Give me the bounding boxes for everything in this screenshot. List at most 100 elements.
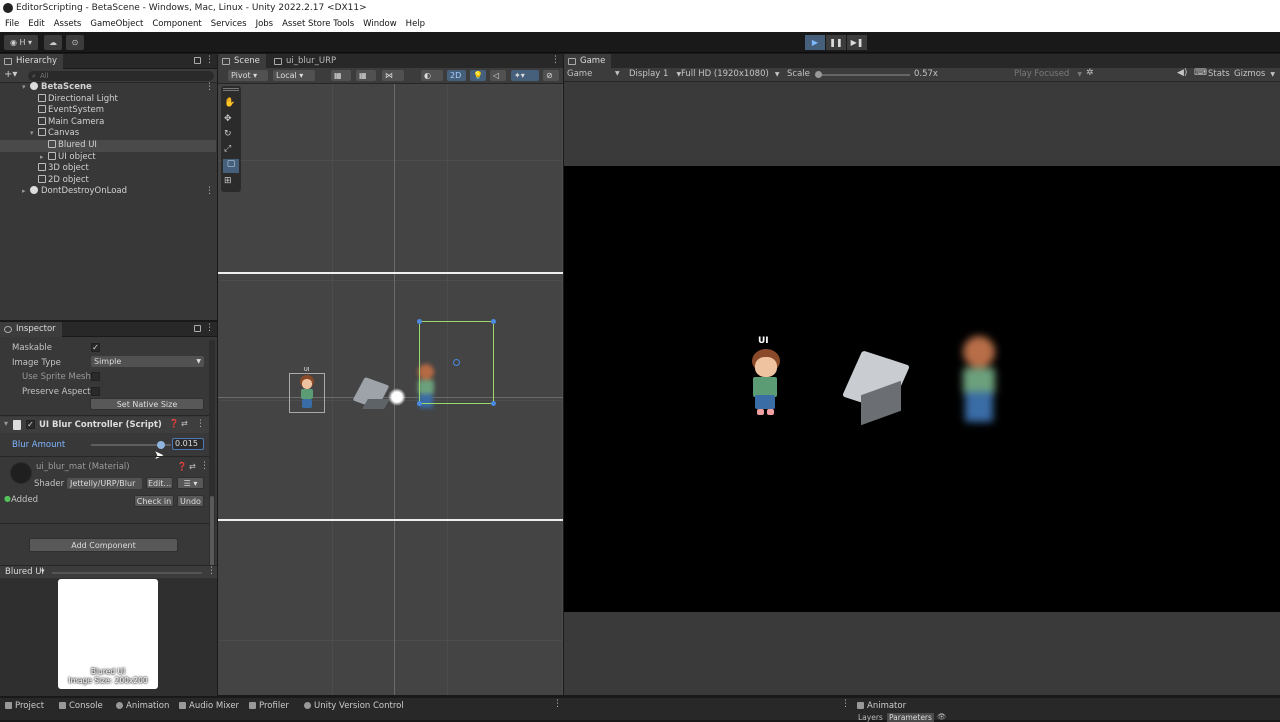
- kebab-menu-icon[interactable]: ⋮: [200, 461, 209, 471]
- kebab-menu-icon[interactable]: ⋮: [841, 699, 850, 709]
- kebab-menu-icon[interactable]: ⋮: [205, 55, 214, 65]
- bug-icon[interactable]: ✲: [1086, 68, 1094, 78]
- game-render[interactable]: UI: [564, 166, 1280, 612]
- lighting-icon[interactable]: 💡: [470, 70, 486, 81]
- game-view[interactable]: UI: [564, 68, 1280, 695]
- hierarchy-item-2d-object[interactable]: 2D object: [0, 174, 216, 187]
- check-in-button[interactable]: Check in: [134, 495, 174, 507]
- slider-thumb[interactable]: [815, 71, 822, 78]
- hierarchy-item-3d-object[interactable]: 3D object: [0, 163, 216, 175]
- play-button[interactable]: ▶: [805, 35, 825, 50]
- step-button[interactable]: ▶❚: [847, 35, 867, 50]
- local-dropdown[interactable]: Local ▾: [273, 70, 315, 81]
- tab-inspector[interactable]: Inspector: [0, 322, 62, 337]
- add-icon[interactable]: +▾: [4, 69, 17, 80]
- menu-file[interactable]: File: [5, 16, 19, 32]
- expand-arrow-icon[interactable]: ▾: [22, 82, 30, 94]
- fold-arrow-icon[interactable]: ▾: [4, 419, 8, 428]
- scene-view[interactable]: ✋ ✥ ↻ ⤢ ▢ ⊞ UI: [218, 68, 563, 695]
- kebab-menu-icon[interactable]: ⋮: [205, 186, 214, 198]
- resize-handle[interactable]: [417, 319, 422, 324]
- hierarchy-item-canvas[interactable]: ▾ Canvas: [0, 128, 216, 140]
- scale-tool-icon[interactable]: ⤢: [224, 144, 231, 154]
- light-gizmo-icon[interactable]: [388, 388, 406, 406]
- animator-layers-tab[interactable]: Layers: [858, 713, 883, 722]
- game-view-dropdown[interactable]: Game ▼: [567, 69, 620, 79]
- tab-animation[interactable]: Animation: [115, 700, 169, 712]
- hierarchy-item-main-camera[interactable]: Main Camera: [0, 116, 216, 129]
- preserve-aspect-checkbox[interactable]: [91, 387, 100, 396]
- help-icon[interactable]: ❓: [177, 462, 187, 471]
- audio-icon[interactable]: ◁: [490, 70, 506, 81]
- tab-unity-version-control[interactable]: Unity Version Control: [303, 700, 404, 712]
- menu-assets[interactable]: Assets: [54, 16, 82, 32]
- palette-grip-icon[interactable]: [223, 88, 239, 91]
- kebab-menu-icon[interactable]: ⋮: [205, 82, 214, 94]
- kebab-menu-icon[interactable]: ⋮: [196, 419, 205, 429]
- visibility-icon[interactable]: ⊘: [543, 70, 559, 81]
- image-type-dropdown[interactable]: Simple ▼: [91, 356, 204, 367]
- component-header[interactable]: ▾ ✓ UI Blur Controller (Script) ❓ ⇄ ⋮: [0, 417, 209, 433]
- tab-project[interactable]: Project: [4, 700, 44, 712]
- scrollbar-thumb[interactable]: [210, 496, 214, 568]
- rect-tool-icon[interactable]: ▢: [223, 159, 239, 173]
- menu-services[interactable]: Services: [211, 16, 247, 32]
- scene-ui-character[interactable]: [289, 373, 325, 413]
- grid-snap-icon[interactable]: ▦: [331, 70, 351, 81]
- pivot-handle[interactable]: [453, 359, 460, 366]
- tab-animator[interactable]: Animator: [856, 700, 906, 712]
- inspector-scrollbar[interactable]: [209, 340, 215, 578]
- add-component-button[interactable]: Add Component: [29, 538, 178, 552]
- kebab-menu-icon[interactable]: ⋮: [207, 566, 216, 576]
- blur-amount-field[interactable]: 0.015: [172, 438, 204, 450]
- preset-icon[interactable]: ⇄: [189, 462, 196, 471]
- resize-handle[interactable]: [417, 401, 422, 406]
- resize-handle[interactable]: [491, 401, 496, 406]
- rotate-tool-icon[interactable]: ↻: [224, 129, 232, 139]
- play-focused-dropdown[interactable]: Play Focused ▼: [1014, 69, 1082, 79]
- shader-edit-button[interactable]: Edit...: [146, 477, 173, 489]
- hierarchy-item-ui-object[interactable]: ▸ UI object: [0, 151, 216, 164]
- lock-icon[interactable]: [194, 57, 201, 64]
- tab-profiler[interactable]: Profiler: [248, 700, 289, 712]
- hierarchy-search-input[interactable]: ⌕ All: [28, 71, 214, 81]
- account-dropdown[interactable]: ◉ H ▾: [4, 35, 38, 50]
- pause-button[interactable]: ❚❚: [826, 35, 846, 50]
- animator-parameters-tab[interactable]: Parameters: [887, 713, 934, 722]
- tab-game[interactable]: Game: [564, 54, 612, 69]
- tab-audio-mixer[interactable]: Audio Mixer: [178, 700, 239, 712]
- move-tool-icon[interactable]: ✥: [224, 114, 232, 124]
- resolution-dropdown[interactable]: Full HD (1920x1080) ▼: [681, 69, 779, 79]
- blur-amount-slider[interactable]: [91, 441, 171, 449]
- expand-arrow-icon[interactable]: ▸: [22, 186, 30, 198]
- tab-hierarchy[interactable]: Hierarchy: [0, 54, 64, 69]
- lock-icon[interactable]: [194, 325, 201, 332]
- menu-window[interactable]: Window: [363, 16, 397, 32]
- preset-icon[interactable]: ⇄: [181, 419, 188, 428]
- display-dropdown[interactable]: Display 1 ▼: [629, 69, 681, 79]
- effects-icon[interactable]: ✦▾: [511, 70, 539, 81]
- shortcuts-icon[interactable]: ⌨: [1194, 68, 1207, 78]
- tab-scene[interactable]: Scene: [218, 54, 266, 69]
- help-icon[interactable]: ❓: [169, 419, 179, 428]
- menu-jobs[interactable]: Jobs: [256, 16, 274, 32]
- collab-icon[interactable]: ⊙: [66, 35, 84, 50]
- draw-mode-icon[interactable]: ◐: [421, 70, 443, 81]
- hierarchy-item-blured-ui[interactable]: Blured UI: [0, 140, 216, 152]
- undo-button[interactable]: Undo: [177, 495, 204, 507]
- expand-arrow-icon[interactable]: ▾: [30, 128, 38, 140]
- preview-resize-bar[interactable]: [52, 572, 202, 574]
- stats-button[interactable]: Stats: [1208, 69, 1230, 79]
- cloud-icon[interactable]: ☁: [44, 35, 62, 50]
- resize-handle[interactable]: [491, 319, 496, 324]
- kebab-menu-icon[interactable]: ⋮: [205, 323, 214, 333]
- kebab-menu-icon[interactable]: ⋮: [551, 55, 560, 65]
- hierarchy-item-directional-light[interactable]: Directional Light: [0, 93, 216, 106]
- menu-component[interactable]: Component: [152, 16, 201, 32]
- menu-help[interactable]: Help: [406, 16, 425, 32]
- menu-asset-store-tools[interactable]: Asset Store Tools: [282, 16, 354, 32]
- grid-icon[interactable]: ▦: [356, 70, 376, 81]
- tab-ui-blur-urp[interactable]: ui_blur_URP: [270, 54, 342, 69]
- shader-dropdown[interactable]: Jettelly/URP/Blur: [67, 478, 142, 489]
- mute-audio-icon[interactable]: ◀): [1177, 68, 1187, 78]
